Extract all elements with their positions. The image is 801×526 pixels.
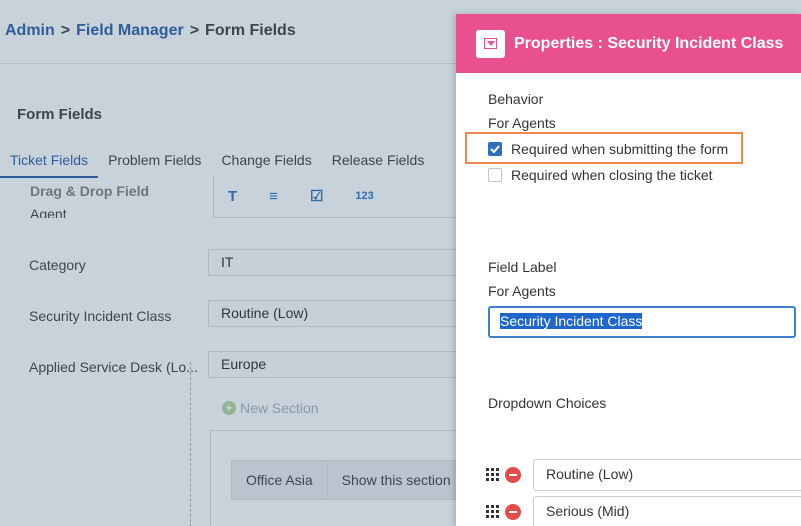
panel-header: Properties : Security Incident Class	[456, 14, 801, 73]
new-section-label: New Section	[240, 400, 319, 416]
section-row: Office Asia Show this section	[231, 460, 471, 500]
security-incident-class-label: Security Incident Class	[29, 308, 172, 324]
new-section-button[interactable]: + New Section	[222, 400, 319, 416]
breadcrumb-separator: >	[60, 22, 71, 39]
security-incident-class-field[interactable]: Routine (Low)	[208, 300, 468, 327]
plus-icon: +	[222, 401, 236, 415]
text-icon[interactable]: T	[228, 188, 237, 205]
tab-change-fields[interactable]: Change Fields	[211, 150, 321, 178]
for-agents-label-2: For Agents	[488, 283, 556, 299]
breadcrumb-field-manager-link[interactable]: Field Manager	[76, 22, 184, 39]
required-submit-option[interactable]: Required when submitting the form	[488, 141, 728, 157]
paragraph-icon[interactable]: ≡	[269, 188, 278, 205]
behavior-heading: Behavior	[488, 91, 544, 107]
choice-row: Serious (Mid)	[486, 496, 801, 526]
agent-field-label: Agent	[30, 206, 67, 218]
required-submit-label: Required when submitting the form	[511, 141, 729, 157]
checkbox-icon[interactable]: ☑	[310, 187, 323, 205]
number-icon[interactable]: 123	[355, 190, 373, 202]
field-type-toolbar: T ≡ ☑ 123	[213, 175, 473, 218]
drag-drop-label: Drag & Drop Field	[30, 183, 150, 199]
breadcrumb: Admin > Field Manager > Form Fields	[5, 22, 296, 40]
field-label-selected-text: Security Incident Class	[500, 313, 643, 329]
category-field[interactable]: IT	[208, 249, 468, 276]
tab-problem-fields[interactable]: Problem Fields	[98, 150, 211, 178]
dropdown-icon	[484, 38, 497, 49]
required-close-label: Required when closing the ticket	[511, 167, 713, 183]
breadcrumb-admin-link[interactable]: Admin	[5, 22, 55, 39]
section-name-cell: Office Asia	[246, 472, 313, 488]
drag-handle-icon[interactable]	[486, 505, 500, 519]
section-condition-cell: Show this section	[326, 461, 465, 499]
applied-service-desk-label: Applied Service Desk (Lo...	[29, 359, 198, 375]
tab-release-fields[interactable]: Release Fields	[322, 150, 435, 178]
choice-row: Routine (Low)	[486, 459, 801, 491]
tab-ticket-fields[interactable]: Ticket Fields	[0, 150, 99, 178]
remove-choice-icon[interactable]	[505, 467, 521, 483]
for-agents-label: For Agents	[488, 115, 556, 131]
required-submit-checkbox[interactable]	[488, 142, 502, 156]
remove-choice-icon[interactable]	[505, 504, 521, 520]
breadcrumb-separator: >	[189, 22, 200, 39]
collapse-button[interactable]	[476, 29, 505, 58]
properties-panel: Properties : Security Incident Class Beh…	[456, 14, 801, 526]
category-label: Category	[29, 257, 86, 273]
page-title: Form Fields	[17, 106, 103, 123]
field-tabs: Ticket Fields Problem Fields Change Fiel…	[0, 150, 434, 178]
required-close-option[interactable]: Required when closing the ticket	[488, 167, 713, 183]
required-close-checkbox[interactable]	[488, 168, 502, 182]
field-label-input[interactable]: Security Incident Class	[488, 306, 796, 338]
dropdown-choices-heading: Dropdown Choices	[488, 395, 607, 411]
breadcrumb-current: Form Fields	[205, 22, 296, 39]
field-label-heading: Field Label	[488, 259, 557, 275]
choice-input[interactable]: Serious (Mid)	[533, 496, 801, 526]
panel-title: Properties : Security Incident Class	[514, 34, 784, 52]
drag-handle-icon[interactable]	[486, 468, 500, 482]
choice-input[interactable]: Routine (Low)	[533, 459, 801, 491]
